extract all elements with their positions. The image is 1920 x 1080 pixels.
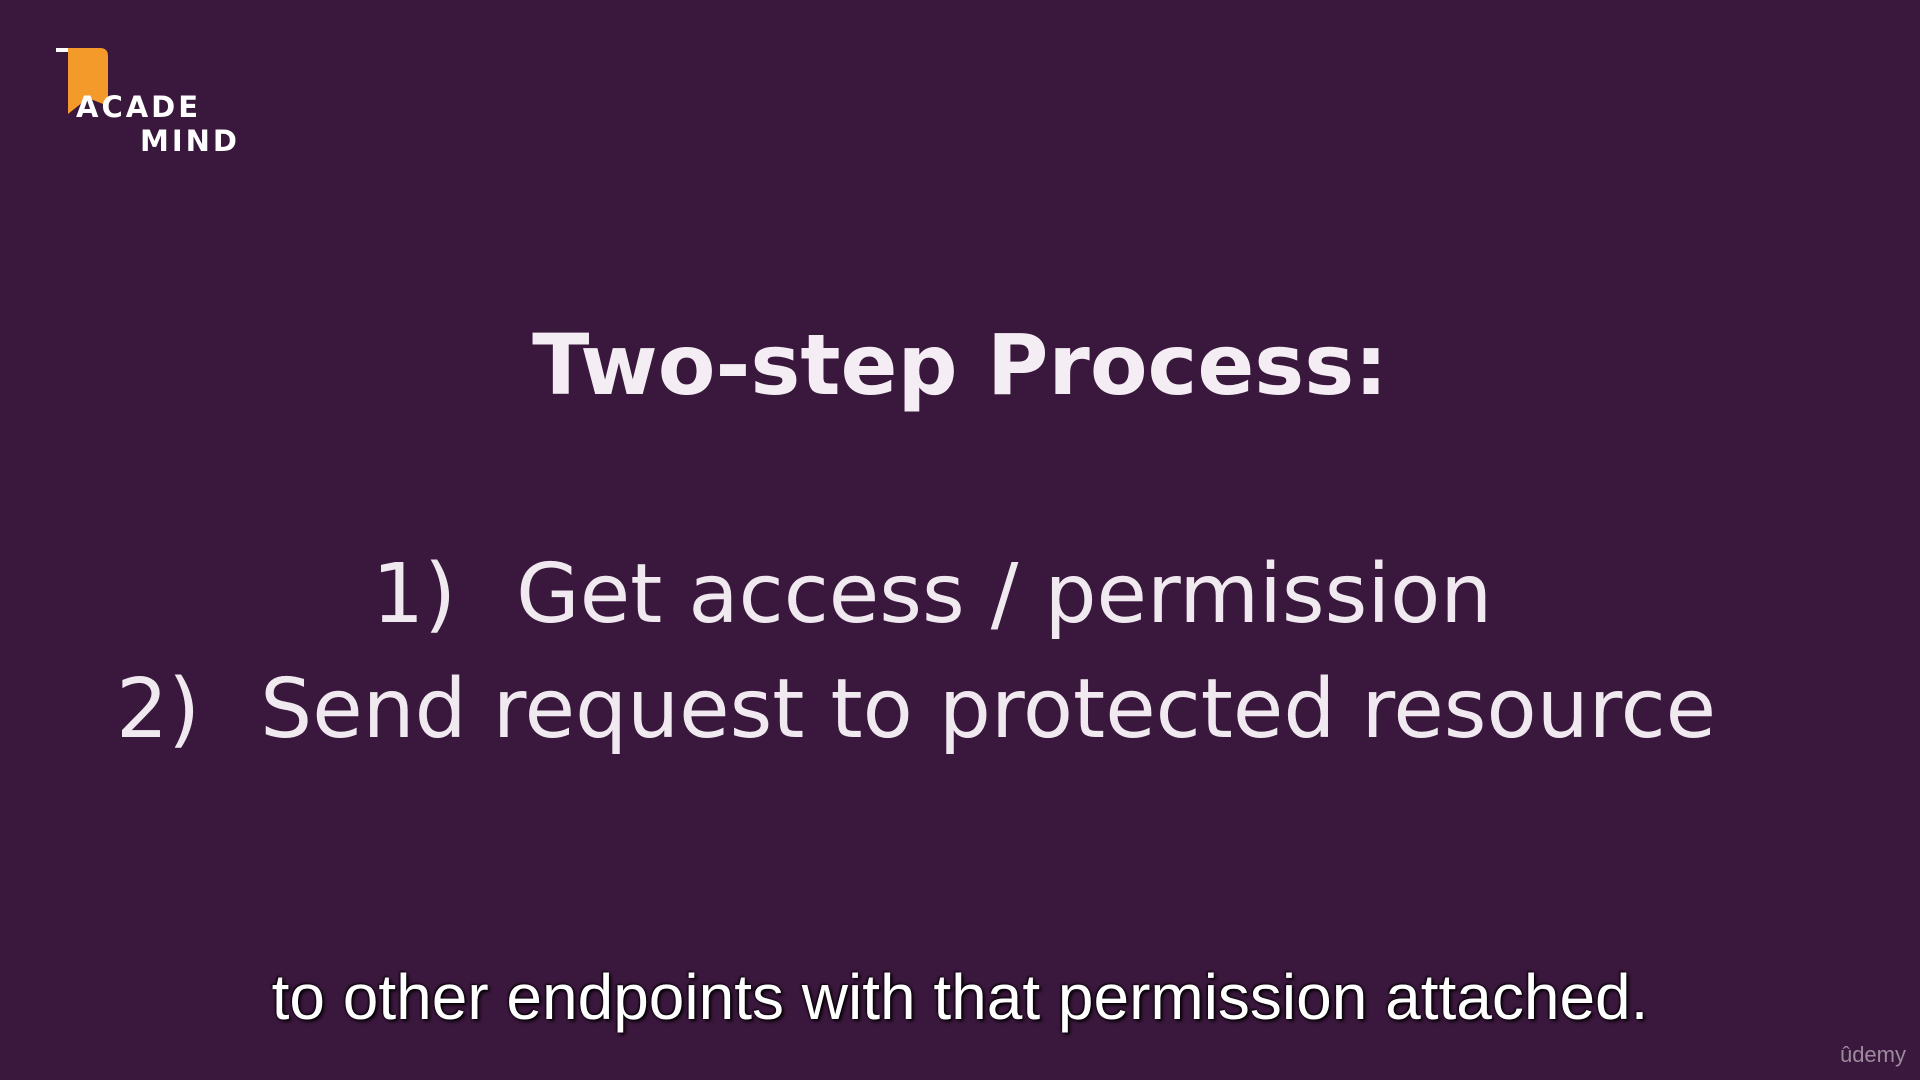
slide-title: Two-step Process: [532, 316, 1388, 414]
caption-subtitle: to other endpoints with that permission … [271, 961, 1649, 1033]
step-number: 1) [372, 547, 457, 642]
logo-text-line2: MIND [140, 124, 240, 158]
academind-logo: ACADE MIND [54, 46, 254, 158]
udemy-watermark: ûdemy [1839, 1042, 1906, 1067]
step-number: 2) [116, 662, 201, 757]
video-frame: ACADE MIND Two-step Process: 1) Get acces… [0, 0, 1920, 1080]
logo-text-line1: ACADE [76, 90, 202, 124]
step-text: Send request to protected resource [260, 662, 1717, 757]
step-item: 1) Get access / permission [372, 545, 1492, 645]
step-text: Get access / permission [516, 547, 1493, 642]
step-item: 2) Send request to protected resource [116, 660, 1716, 760]
